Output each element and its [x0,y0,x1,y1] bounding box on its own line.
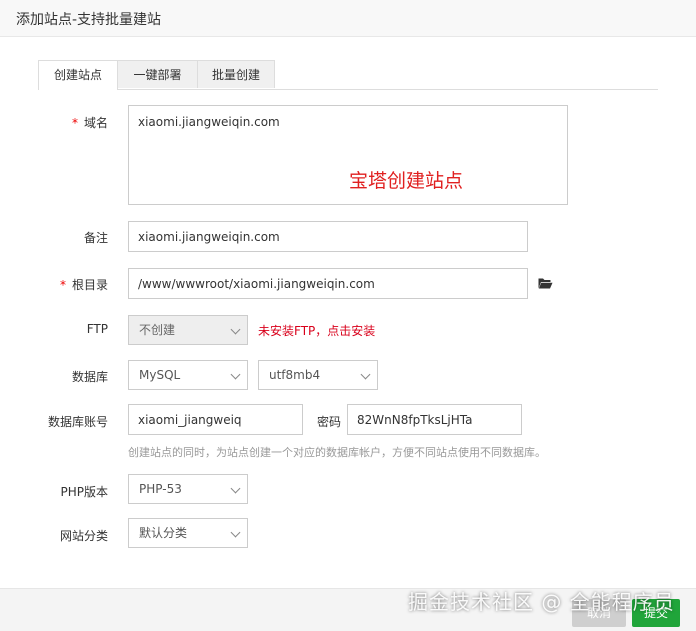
php-version-select[interactable]: PHP-53 [128,474,248,504]
site-category-value: 默认分类 [139,526,188,540]
tab-create-site[interactable]: 创建站点 [38,60,118,90]
dialog-title: 添加站点-支持批量建站 [16,12,162,28]
tab-batch-create[interactable]: 批量创建 [197,60,275,88]
site-category-label: 网站分类 [59,529,108,543]
db-account-label: 数据库账号 [47,415,108,429]
database-charset-select[interactable]: utf8mb4 [258,360,378,390]
chevron-down-icon [230,483,241,494]
ftp-install-link[interactable]: 未安装FTP，点击安装 [258,322,375,339]
chevron-down-icon [230,324,241,335]
database-charset-value: utf8mb4 [269,368,321,382]
tab-one-click-deploy[interactable]: 一键部署 [117,60,198,88]
ftp-select-value: 不创建 [139,323,176,337]
tab-bar: 创建站点 一键部署 批量创建 [38,60,658,90]
watermark-text: 掘金技术社区 @ 全能程序员 [408,590,675,614]
chevron-down-icon [230,369,241,380]
db-password-input[interactable]: 82WnN8fpTksLjHTa [347,404,522,435]
required-mark: * [71,116,78,130]
folder-open-icon[interactable] [538,278,553,289]
root-dir-input[interactable]: /www/wwwroot/xiaomi.jiangweiqin.com [128,268,528,299]
dialog-titlebar: 添加站点-支持批量建站 [0,0,696,37]
required-mark: * [59,278,66,292]
database-label: 数据库 [71,370,108,384]
db-hint-text: 创建站点的同时，为站点创建一个对应的数据库帐户，方便不同站点使用不同数据库。 [128,446,546,459]
database-type-select[interactable]: MySQL [128,360,248,390]
remark-input[interactable]: xiaomi.jiangweiqin.com [128,221,528,252]
domain-textarea[interactable]: xiaomi.jiangweiqin.com 宝塔创建站点 [128,105,568,205]
php-version-value: PHP-53 [139,482,182,496]
root-dir-label: * 根目录 [59,278,108,292]
domain-textarea-value: xiaomi.jiangweiqin.com [138,115,280,129]
site-category-select[interactable]: 默认分类 [128,518,248,548]
overlay-annotation: 宝塔创建站点 [349,170,464,192]
database-type-value: MySQL [139,368,181,382]
db-password-label: 密码 [317,415,342,429]
remark-label: 备注 [83,231,108,245]
db-account-input[interactable]: xiaomi_jiangweiq [128,404,303,435]
chevron-down-icon [360,369,371,380]
ftp-select[interactable]: 不创建 [128,315,248,345]
ftp-label: FTP [86,322,108,336]
domain-label: * 域名 [71,116,108,130]
chevron-down-icon [230,527,241,538]
php-version-label: PHP版本 [60,485,109,499]
